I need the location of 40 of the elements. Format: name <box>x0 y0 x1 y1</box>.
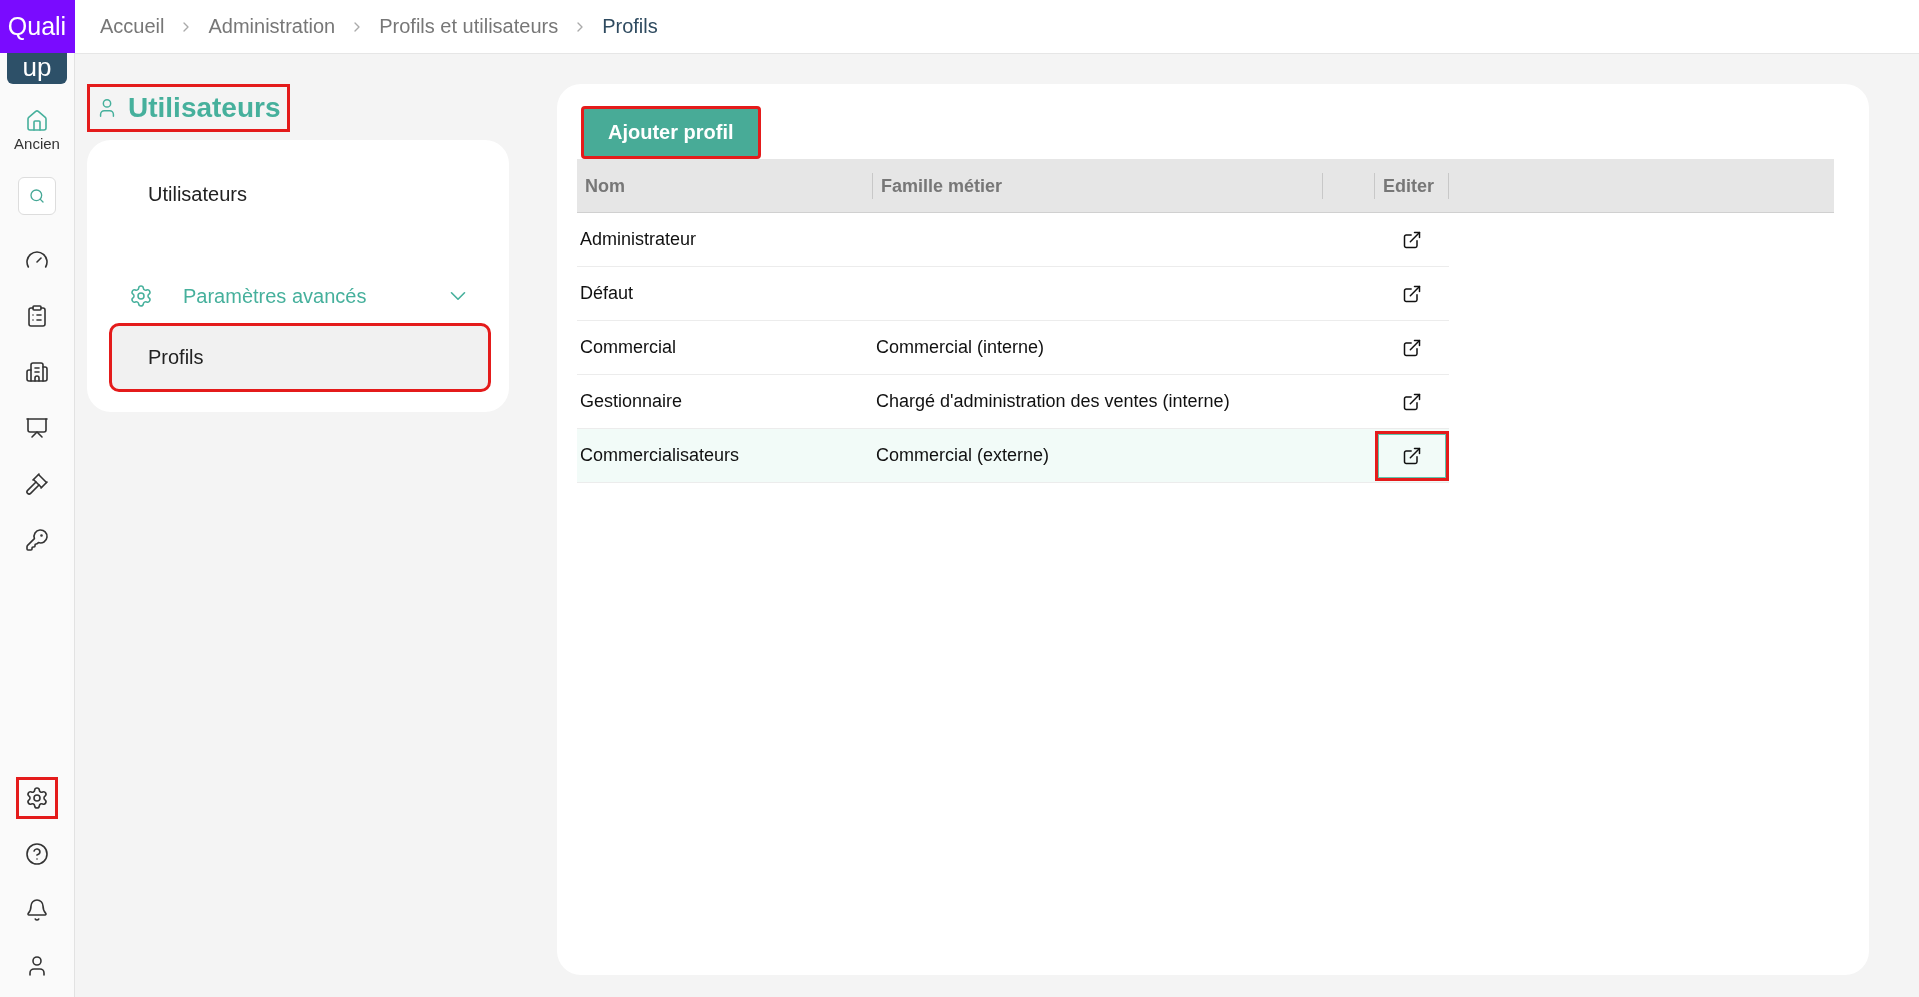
table-cell-text: Commercial (interne) <box>875 337 1046 358</box>
breadcrumb-link[interactable]: Accueil <box>100 15 165 38</box>
external-link-icon <box>1402 391 1422 412</box>
column-header: Famille métier <box>873 172 1323 199</box>
nav-label: Ancien <box>14 135 60 152</box>
external-link-icon <box>1402 445 1422 466</box>
key-icon <box>25 528 49 552</box>
column-header: Editer <box>1375 172 1449 199</box>
edit-button[interactable] <box>1375 430 1449 481</box>
menu-item[interactable]: Profils <box>109 323 491 392</box>
search-icon <box>29 188 45 204</box>
external-link-icon <box>1402 283 1422 304</box>
table-cell-text: Chargé d'administration des ventes (interne) <box>875 391 1231 412</box>
breadcrumb-link[interactable]: Profils et utilisateurs <box>379 15 559 38</box>
menu-item[interactable]: Utilisateurs <box>109 160 491 229</box>
help-icon <box>25 842 49 866</box>
gavel-icon <box>25 472 49 496</box>
building-icon <box>25 360 49 384</box>
section-title-text: Utilisateurs <box>128 92 281 124</box>
table-cell-text: Administrateur <box>579 229 698 250</box>
checklist-icon <box>25 304 49 328</box>
home-nav-button[interactable]: Ancien <box>5 100 69 161</box>
bell-icon <box>25 898 49 922</box>
logo: Quali <box>0 0 75 53</box>
home-icon <box>25 109 49 133</box>
table-cell-text: Défaut <box>579 283 635 304</box>
table-cell-text: Gestionnaire <box>579 391 684 412</box>
external-link-icon <box>1402 337 1422 358</box>
settings-icon <box>129 284 153 308</box>
breadcrumb-link[interactable]: Profils <box>602 15 658 38</box>
table-row[interactable]: Commercialisateurs Commercial (externe) <box>577 429 1449 483</box>
table-cell-text: Commercial (externe) <box>875 445 1051 466</box>
sign-icon <box>25 416 49 440</box>
breadcrumb-link[interactable]: Administration <box>208 15 336 38</box>
table-cell-text: Commercialisateurs <box>579 445 741 466</box>
settings-icon <box>25 786 49 810</box>
table-cell-text: Commercial <box>579 337 677 358</box>
settings-nav-button[interactable] <box>16 777 58 819</box>
external-link-icon <box>1402 229 1422 250</box>
column-header: Nom <box>577 172 873 199</box>
